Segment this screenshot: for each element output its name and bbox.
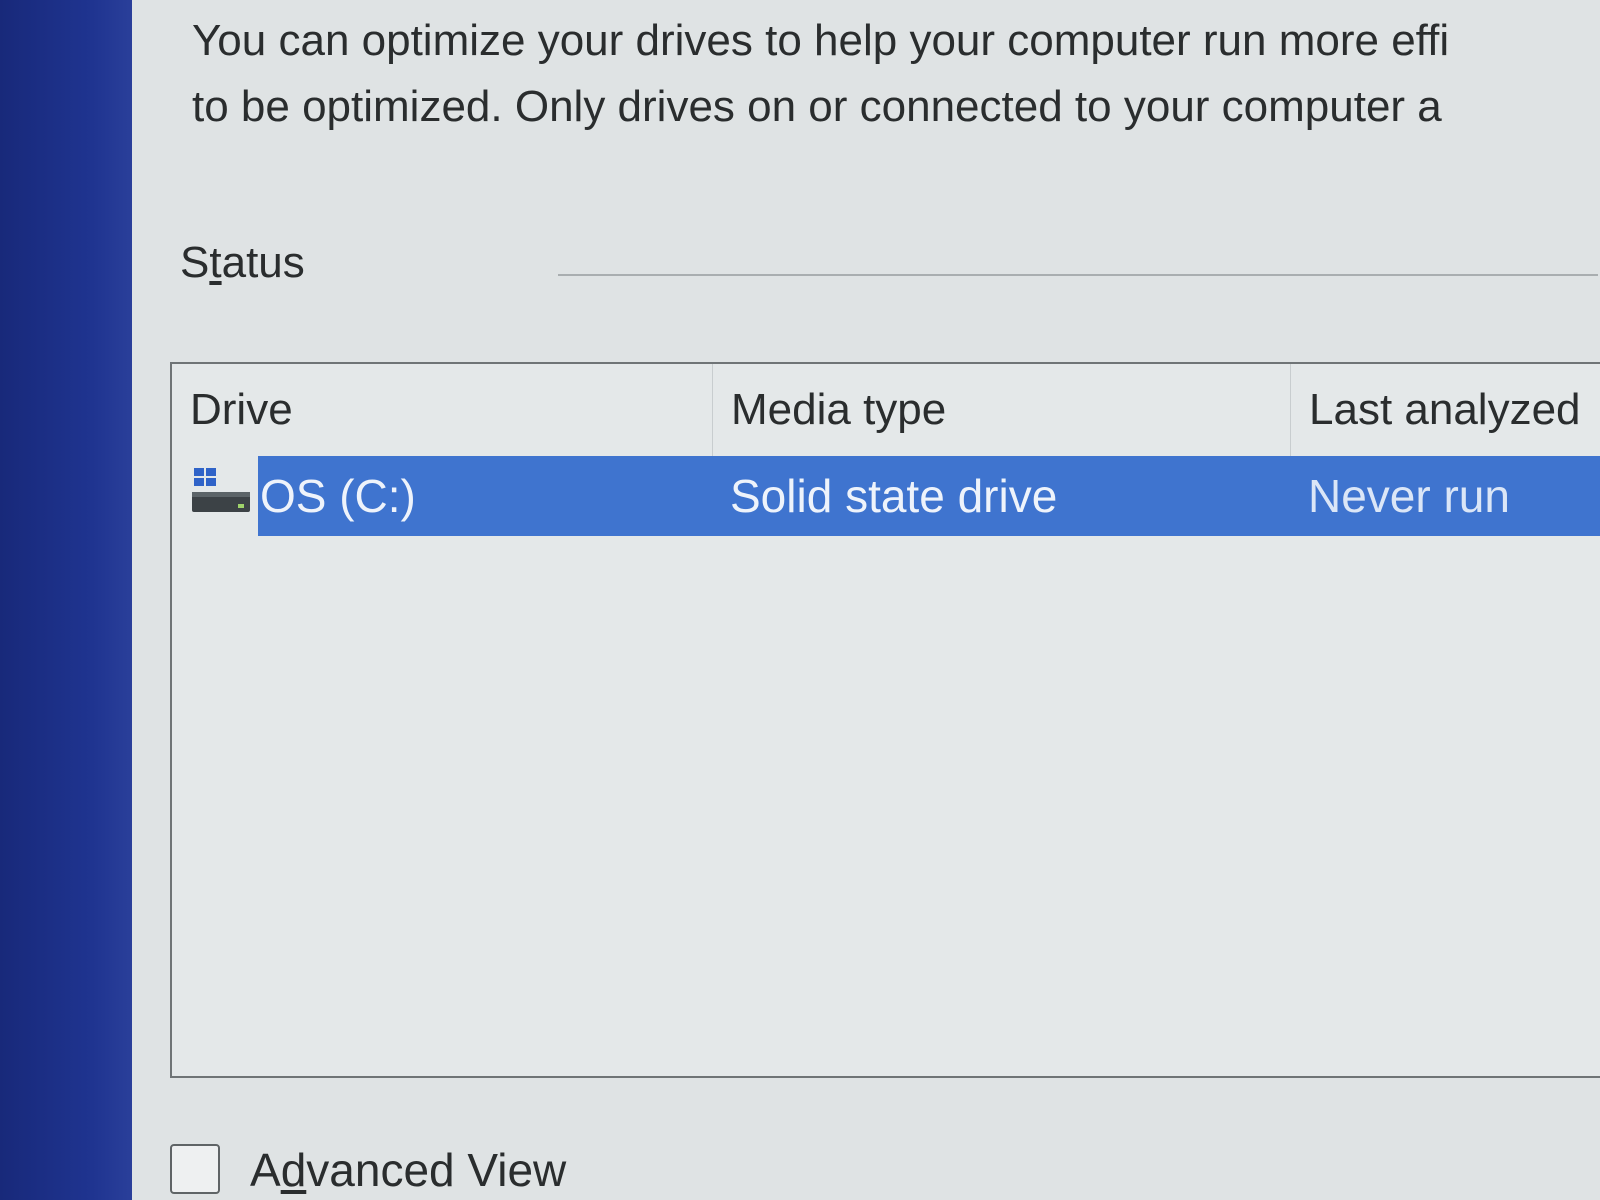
desktop-background-strip [0, 0, 132, 1200]
status-divider [558, 274, 1598, 276]
cell-drive: OS (C:) [260, 470, 416, 522]
column-header-drive[interactable]: Drive [172, 364, 712, 456]
drive-list[interactable]: Drive Media type Last analyzed OS (C:) S… [170, 362, 1600, 1078]
status-accelerator: t [209, 238, 222, 287]
windows-drive-icon [192, 468, 250, 512]
column-header-media-type[interactable]: Media type [712, 364, 1290, 456]
advanced-view-label[interactable]: Advanced View [250, 1140, 566, 1200]
status-group: Status [180, 238, 1600, 298]
status-label: Status [180, 238, 305, 287]
description-line-2: to be optimized. Only drives on or conne… [192, 82, 1442, 131]
table-row[interactable]: OS (C:) Solid state drive Never run [172, 456, 1600, 536]
cell-last-analyzed: Never run [1308, 470, 1510, 522]
advanced-view-checkbox[interactable] [170, 1144, 220, 1194]
column-header-last-analyzed[interactable]: Last analyzed [1290, 364, 1600, 456]
advanced-view-accelerator: d [280, 1144, 307, 1196]
description-line-1: You can optimize your drives to help you… [192, 16, 1450, 65]
description-text: You can optimize your drives to help you… [192, 8, 1592, 140]
drive-list-header: Drive Media type Last analyzed [172, 364, 1600, 456]
optimize-drives-window: You can optimize your drives to help you… [132, 0, 1600, 1200]
cell-media-type: Solid state drive [730, 470, 1058, 522]
